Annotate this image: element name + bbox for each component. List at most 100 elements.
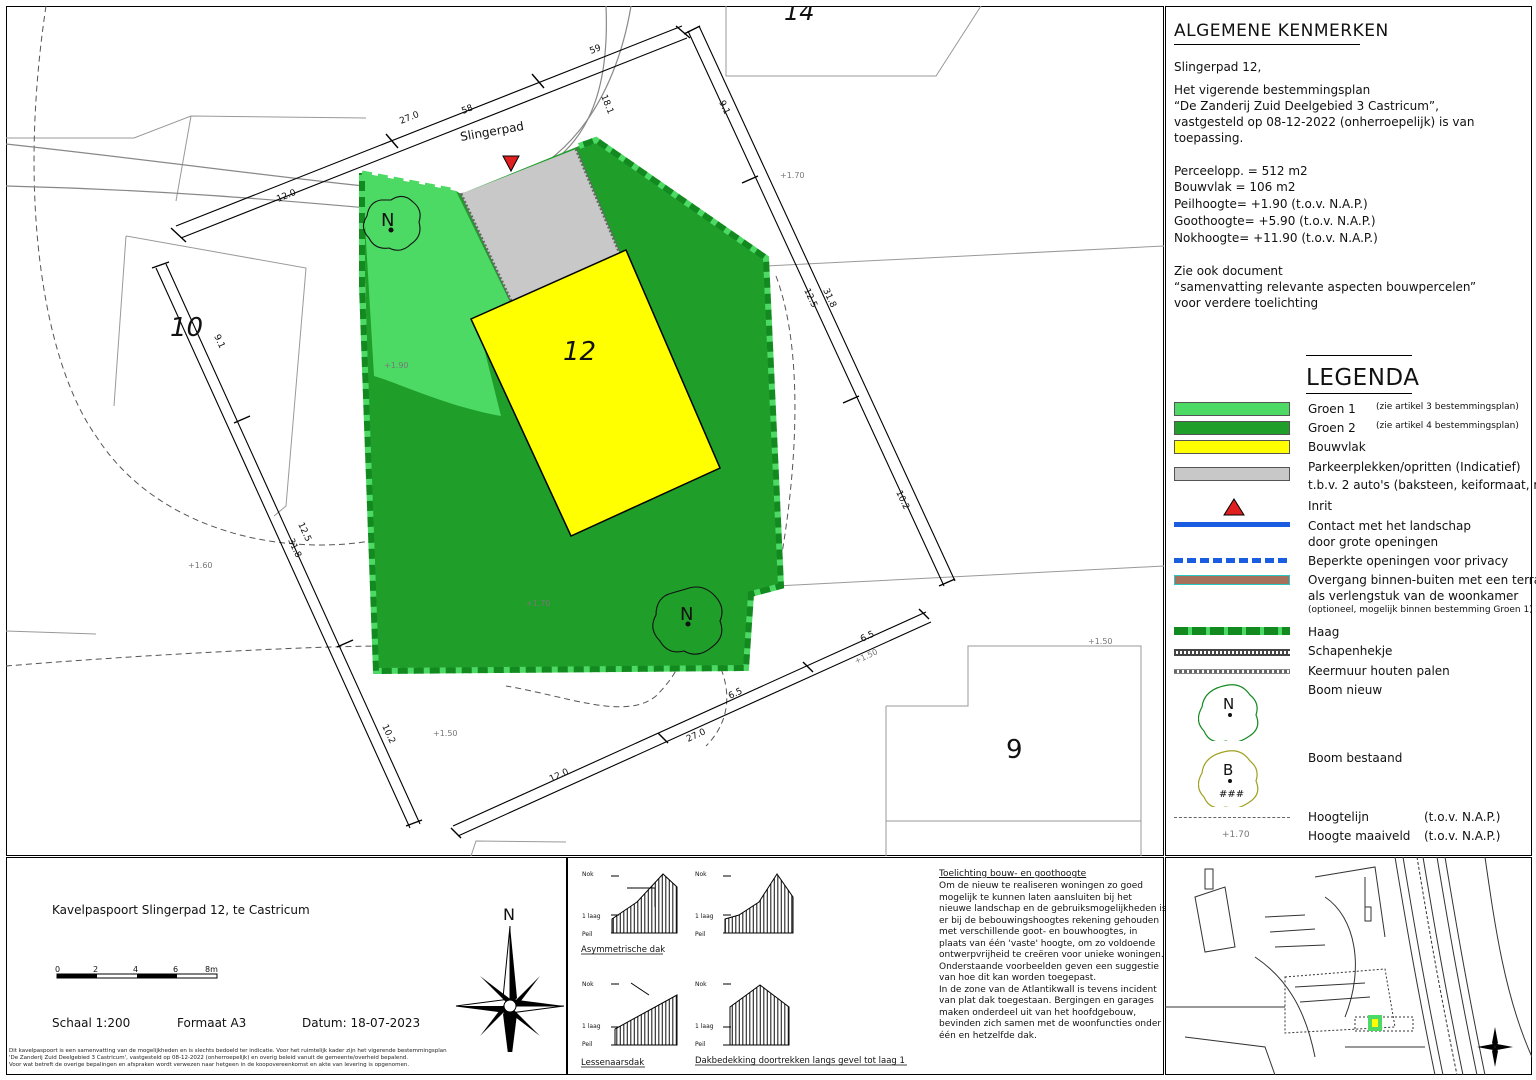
swatch-parkeer [1174, 467, 1290, 481]
swatch-beperkt [1174, 558, 1290, 563]
legend-overgang-2: als verlengstuk van de woonkamer [1308, 589, 1519, 603]
legend-contact-1: Contact met het landschap [1308, 519, 1471, 533]
toelichting-line: In de zone van de Atlantikwall is tevens… [939, 984, 1157, 995]
disclaimer-line: Voor wat betreft de overige bepalingen e… [9, 1062, 410, 1068]
toelichting-line: plaats van één 'vaste' hoogte, om zo vol… [939, 938, 1156, 949]
legend-sample-height: +1.70 [1222, 830, 1250, 840]
label-peil: Peil [582, 931, 593, 938]
minimap-streets [1165, 857, 1532, 1075]
legend-parkeer-2: t.b.v. 2 auto's (baksteen, keiformaat, r… [1308, 478, 1536, 492]
height-mark: +1.50 [433, 729, 458, 738]
scale-tick: 4 [133, 965, 138, 974]
profile-caption: Asymmetrische dak [581, 945, 665, 955]
dim-label: 18.1 [598, 93, 615, 115]
dim-label: 31.8 [285, 537, 303, 560]
legend-beperkt: Beperkte openingen voor privacy [1308, 554, 1509, 568]
label-peil: Peil [695, 931, 706, 938]
drawing-title: Kavelpaspoort Slingerpad 12, te Castricu… [52, 903, 310, 917]
roof-profiles: Nok 1 laag Peil Asymmetrische dak Nok 1 … [567, 857, 1167, 1075]
toelichting-line: ontwerpvrijheid te creëren voor unieke w… [939, 950, 1164, 960]
swatch-hoogtelijn [1174, 817, 1290, 818]
scale-tick: 8m [205, 965, 218, 974]
metric-line: Nokhoogte= +11.90 (t.o.v. N.A.P.) [1174, 231, 1378, 245]
see-line: Zie ook document [1174, 264, 1283, 278]
dim-label: 12.0 [548, 767, 571, 785]
legend-bouwvlak: Bouwvlak [1308, 440, 1366, 454]
tree-hash: ### [1219, 789, 1244, 800]
dim-label: 27.0 [398, 110, 421, 127]
swatch-contact [1174, 522, 1290, 527]
tree-letter: B [1223, 761, 1233, 779]
legend-boom-nieuw: Boom nieuw [1308, 683, 1383, 697]
swatch-bouwvlak [1174, 440, 1290, 454]
toelichting-line: maken onderdeel uit van het hoofdgebouw, [939, 1007, 1137, 1018]
label-laag: 1 laag [695, 913, 714, 920]
dim-label: 6.5 [859, 630, 876, 645]
legend-overgang-3: (optioneel, mogelijk binnen bestemming G… [1308, 605, 1533, 615]
toelichting-title: Toelichting bouw- en goothoogte [939, 869, 1087, 879]
toelichting-line: bevinden zich samen met de woonfuncties … [939, 1019, 1162, 1029]
legend-groen-1: Groen 1 [1308, 402, 1356, 416]
toelichting-line: Onderstaande voorbeelden geven een sugge… [939, 961, 1159, 972]
toelichting-line: mogelijk te kunnen laten aansluiten bij … [939, 892, 1132, 903]
legend-boom-bestaand: Boom bestaand [1308, 751, 1403, 765]
legend-inrit: Inrit [1308, 499, 1333, 513]
legend-groen-1-note: (zie artikel 3 bestemmingsplan) [1376, 402, 1519, 412]
address-text: Slingerpad 12, [1174, 60, 1262, 74]
swatch-haag [1174, 627, 1290, 635]
inrit-icon [1223, 498, 1245, 516]
profile-asymmetrisch: Nok 1 laag Peil Asymmetrische dak [581, 871, 678, 955]
legend-title: LEGENDA [1306, 365, 1420, 391]
toelichting-line: van plat dak toegestaan. Bergingen en ga… [939, 996, 1154, 1006]
height-mark: +1.50 [1088, 637, 1113, 646]
legend-keermuur: Keermuur houten palen [1308, 664, 1450, 678]
lot-number-14: 14 [784, 6, 815, 26]
label-peil: Peil [582, 1041, 593, 1048]
swatch-groen-2 [1174, 421, 1290, 435]
lot-number-12: 12 [563, 337, 596, 367]
legend-schapenhekje: Schapenhekje [1308, 644, 1393, 658]
label-laag: 1 laag [582, 1023, 601, 1030]
toelichting-line: één en hetzelfde dak. [939, 1030, 1037, 1041]
label-nok: Nok [695, 871, 707, 878]
profile-tweede: Nok 1 laag Peil [695, 871, 794, 938]
disclaimer-line: Dit kavelpaspoort is een samenvatting va… [9, 1048, 447, 1054]
label-laag: 1 laag [582, 913, 601, 920]
label-nok: Nok [695, 981, 707, 988]
formaat-text: Formaat A3 [177, 1016, 247, 1030]
plan-line: Het vigerende bestemmingsplan [1174, 83, 1371, 97]
legend-groen-2-note: (zie artikel 4 bestemmingsplan) [1376, 421, 1519, 431]
legend-nap-1: (t.o.v. N.A.P.) [1424, 810, 1501, 824]
tree-letter: N [1223, 695, 1234, 713]
dim-label: 12.5 [295, 521, 313, 543]
dim-label: 9.1 [716, 99, 731, 116]
swatch-overgang [1174, 575, 1290, 585]
legend-parkeer-1: Parkeerplekken/opritten (Indicatief) [1308, 460, 1521, 474]
toelichting-line: van hoe dit kan worden toegepast. [939, 973, 1097, 983]
dim-label: 12.5 [801, 287, 819, 309]
toelichting-line: er bij de bebouwingshoogtes rekening geh… [939, 915, 1160, 926]
label-laag: 1 laag [695, 1023, 714, 1030]
legend-overgang-1: Overgang binnen-buiten met een terras [1308, 573, 1536, 587]
legend-contact-2: door grote openingen [1308, 535, 1439, 549]
kenmerken-title: ALGEMENE KENMERKEN [1174, 21, 1389, 41]
lot-number-9: 9 [1006, 735, 1023, 765]
boom-bestaand-icon: B ### [1198, 750, 1259, 807]
disclaimer-line: 'De Zanderij Zuid Deelgebied 3 Castricum… [9, 1055, 409, 1061]
dim-label: 9.1 [211, 333, 226, 350]
height-mark: +1.70 [780, 171, 805, 180]
title-block: Kavelpaspoort Slingerpad 12, te Castricu… [6, 857, 567, 1075]
scale-bar: 0 2 4 6 8m [55, 965, 218, 979]
scale-tick: 6 [173, 965, 178, 974]
see-line: voor verdere toelichting [1174, 296, 1319, 310]
metric-line: Bouwvlak = 106 m2 [1174, 180, 1296, 194]
toelichting-line: nieuwe landschap en de gebruiksmogelijkh… [939, 904, 1167, 914]
inrit-marker [502, 155, 520, 173]
legend-hoogte-maaiveld: Hoogte maaiveld [1308, 829, 1411, 843]
profile-dakbedekking: Nok 1 laag Peil Dakbedekking doortrekken… [695, 981, 907, 1066]
boom-nieuw-icon: N [1198, 684, 1259, 741]
dim-label: 27.0 [685, 727, 708, 745]
tree-letter: N [381, 210, 394, 231]
lot-number-10: 10 [170, 313, 203, 343]
legend-hoogtelijn: Hoogtelijn [1308, 810, 1370, 824]
